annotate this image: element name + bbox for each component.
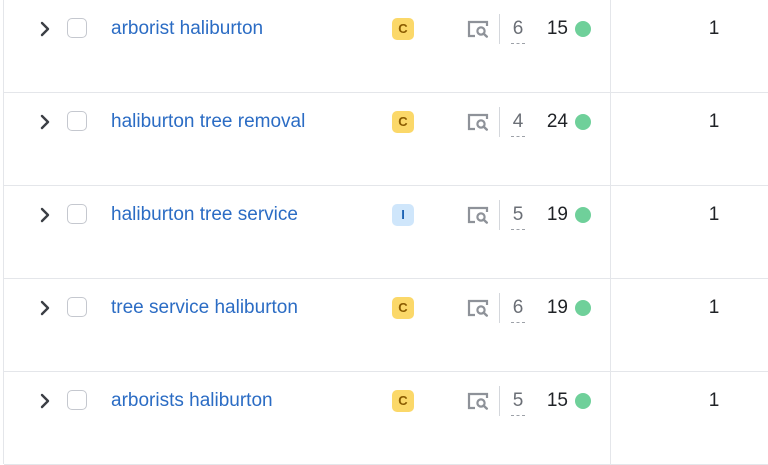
cell-divider bbox=[499, 293, 500, 323]
cell-divider bbox=[499, 200, 500, 230]
difficulty-indicator bbox=[575, 114, 591, 130]
results-count: 1 bbox=[708, 297, 720, 318]
table-row: arborists haliburton C 5 15 1 bbox=[4, 372, 768, 465]
intent-badge: I bbox=[392, 204, 414, 226]
keyword-link[interactable]: arborists haliburton bbox=[111, 388, 273, 414]
serp-preview-icon[interactable] bbox=[467, 113, 489, 131]
intent-badge: C bbox=[392, 297, 414, 319]
serp-features-count[interactable]: 6 bbox=[511, 295, 525, 321]
difficulty-indicator bbox=[575, 393, 591, 409]
cell-divider bbox=[499, 14, 500, 44]
keyword-link[interactable]: haliburton tree removal bbox=[111, 109, 305, 135]
keyword-link[interactable]: tree service haliburton bbox=[111, 295, 298, 321]
keyword-difficulty: 15 bbox=[546, 18, 568, 39]
serp-count-underline bbox=[511, 322, 525, 323]
serp-preview-icon[interactable] bbox=[467, 20, 489, 38]
serp-features-count[interactable]: 5 bbox=[511, 202, 525, 228]
cell-divider bbox=[499, 386, 500, 416]
chevron-right-icon[interactable] bbox=[38, 299, 52, 317]
table-row: arborist haliburton C 6 15 1 bbox=[4, 0, 768, 93]
keyword-difficulty: 19 bbox=[546, 204, 568, 225]
row-checkbox[interactable] bbox=[67, 297, 87, 317]
serp-count-underline bbox=[511, 415, 525, 416]
results-count: 1 bbox=[708, 204, 720, 225]
table-row: haliburton tree service I 5 19 1 bbox=[4, 186, 768, 279]
results-count: 1 bbox=[708, 111, 720, 132]
chevron-right-icon[interactable] bbox=[38, 392, 52, 410]
keyword-difficulty: 15 bbox=[546, 390, 568, 411]
row-checkbox[interactable] bbox=[67, 204, 87, 224]
keyword-link[interactable]: arborist haliburton bbox=[111, 16, 263, 42]
serp-features-count[interactable]: 6 bbox=[511, 16, 525, 42]
intent-badge: C bbox=[392, 390, 414, 412]
serp-count-underline bbox=[511, 136, 525, 137]
serp-features-count[interactable]: 4 bbox=[511, 109, 525, 135]
keyword-link[interactable]: haliburton tree service bbox=[111, 202, 298, 228]
table-row: tree service haliburton C 6 19 1 bbox=[4, 279, 768, 372]
difficulty-indicator bbox=[575, 300, 591, 316]
cell-divider bbox=[499, 107, 500, 137]
keyword-difficulty: 19 bbox=[546, 297, 568, 318]
intent-badge: C bbox=[392, 18, 414, 40]
serp-count-underline bbox=[511, 229, 525, 230]
row-checkbox[interactable] bbox=[67, 390, 87, 410]
intent-badge: C bbox=[392, 111, 414, 133]
results-count: 1 bbox=[708, 18, 720, 39]
serp-features-count[interactable]: 5 bbox=[511, 388, 525, 414]
serp-preview-icon[interactable] bbox=[467, 392, 489, 410]
row-checkbox[interactable] bbox=[67, 18, 87, 38]
row-checkbox[interactable] bbox=[67, 111, 87, 131]
results-count: 1 bbox=[708, 390, 720, 411]
chevron-right-icon[interactable] bbox=[38, 113, 52, 131]
table-row: haliburton tree removal C 4 24 1 bbox=[4, 93, 768, 186]
chevron-right-icon[interactable] bbox=[38, 206, 52, 224]
serp-count-underline bbox=[511, 43, 525, 44]
serp-preview-icon[interactable] bbox=[467, 206, 489, 224]
difficulty-indicator bbox=[575, 21, 591, 37]
serp-preview-icon[interactable] bbox=[467, 299, 489, 317]
keyword-table: arborist haliburton C 6 15 1 haliburton … bbox=[0, 0, 768, 465]
chevron-right-icon[interactable] bbox=[38, 20, 52, 38]
keyword-difficulty: 24 bbox=[546, 111, 568, 132]
difficulty-indicator bbox=[575, 207, 591, 223]
